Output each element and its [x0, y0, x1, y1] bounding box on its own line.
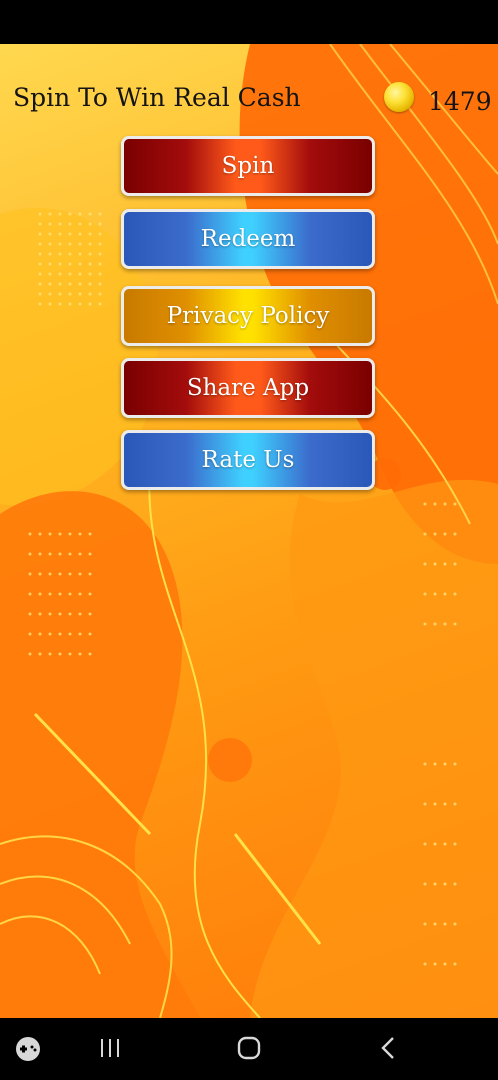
recent-apps-icon[interactable]: [99, 1038, 121, 1058]
redeem-button-label: Redeem: [200, 226, 296, 252]
navigation-bar: [0, 1018, 498, 1080]
spin-button-label: Spin: [221, 153, 275, 179]
share-app-button[interactable]: Share App: [121, 358, 375, 418]
coin-balance: 1479: [428, 87, 492, 116]
home-icon[interactable]: [237, 1036, 261, 1060]
status-bar: [0, 0, 498, 44]
privacy-policy-button[interactable]: Privacy Policy: [121, 286, 375, 346]
spin-button[interactable]: Spin: [121, 136, 375, 196]
gold-coin-icon: [384, 82, 414, 112]
rate-us-button[interactable]: Rate Us: [121, 430, 375, 490]
redeem-button[interactable]: Redeem: [121, 209, 375, 269]
gamepad-icon[interactable]: [14, 1036, 42, 1062]
page-title: Spin To Win Real Cash: [13, 83, 301, 112]
back-icon[interactable]: [380, 1036, 396, 1060]
privacy-policy-button-label: Privacy Policy: [166, 303, 330, 329]
share-app-button-label: Share App: [186, 375, 310, 401]
rate-us-button-label: Rate Us: [201, 447, 295, 473]
